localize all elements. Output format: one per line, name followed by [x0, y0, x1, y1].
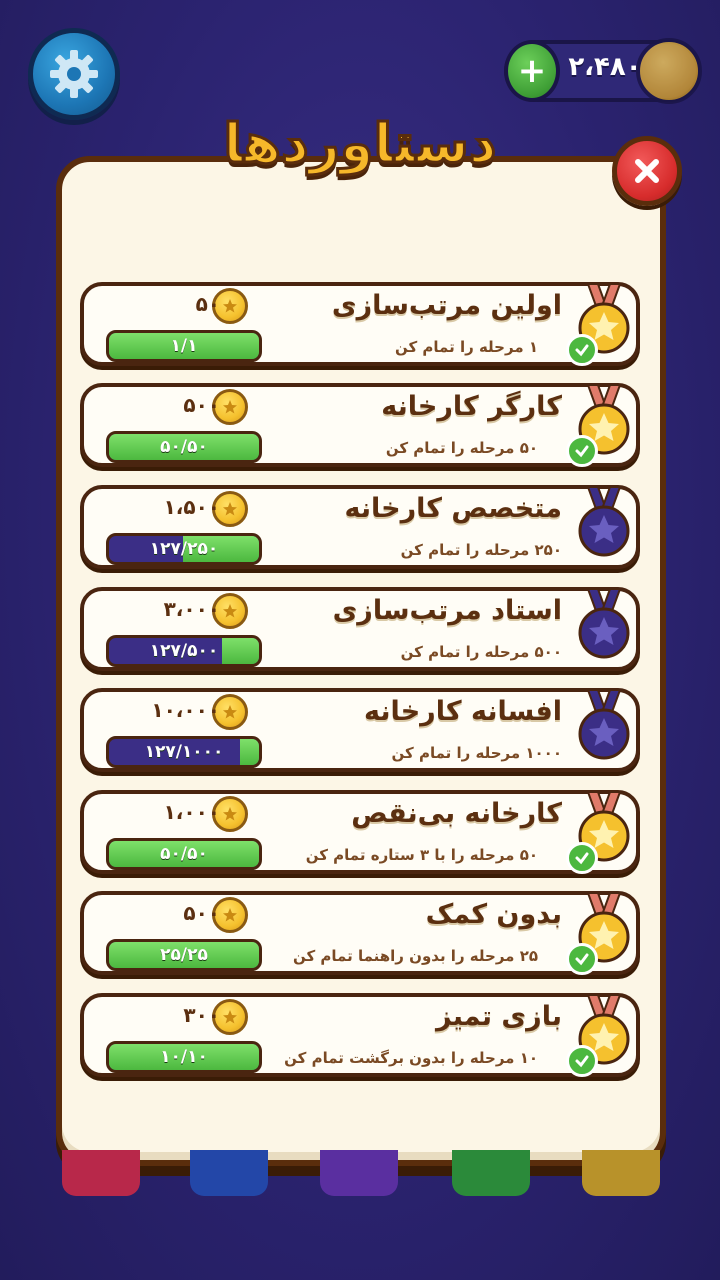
achievement-card[interactable]: کارگر کارخانه ۵۰ مرحله را تمام کن ۵۰۰ ۵۰…: [80, 383, 640, 467]
reward-amount: ۳،۰۰۰: [163, 597, 220, 621]
close-icon: [635, 159, 659, 183]
progress-bar: ۱۰/۱۰: [106, 1041, 262, 1073]
achievement-description: ۵۰ مرحله را تمام کن: [385, 439, 538, 457]
achievement-card[interactable]: بازی تمیز ۱۰ مرحله را بدون برگشت تمام کن…: [80, 993, 640, 1077]
progress-bar: ۵۰/۵۰: [106, 838, 262, 870]
achievement-card[interactable]: بدون کمک ۲۵ مرحله را بدون راهنما تمام کن…: [80, 891, 640, 975]
reward-amount: ۵۰: [195, 292, 220, 316]
plus-icon: +: [517, 51, 547, 91]
progress-text: ۲۵/۲۵: [160, 945, 208, 965]
check-icon: [566, 334, 598, 366]
check-icon: [566, 842, 598, 874]
achievement-name: بدون کمک: [425, 899, 562, 930]
achievement-description: ۲۵۰ مرحله را تمام کن: [400, 541, 562, 559]
check-icon: [566, 1045, 598, 1077]
achievement-description: ۵۰۰ مرحله را تمام کن: [400, 643, 562, 661]
achievement-name: کارگر کارخانه: [381, 391, 562, 422]
achievement-name: اولین مرتب‌سازی: [331, 290, 562, 321]
progress-text: ۱۲۷/۵۰۰: [149, 641, 219, 661]
progress-bar: ۱۲۷/۵۰۰: [106, 635, 262, 667]
bottom-tab[interactable]: [62, 1150, 140, 1196]
reward-amount: ۱،۰۰۰: [163, 800, 220, 824]
achievement-description: ۱ مرحله را تمام کن: [394, 338, 538, 356]
progress-bar: ۵۰/۵۰: [106, 431, 262, 463]
progress-text: ۱۰/۱۰: [160, 1047, 208, 1067]
achievement-name: استاد مرتب‌سازی: [332, 595, 562, 626]
bottom-tab[interactable]: [582, 1150, 660, 1196]
progress-bar: ۱۲۷/۱۰۰۰: [106, 736, 262, 768]
achievement-description: ۱۰ مرحله را بدون برگشت تمام کن: [284, 1049, 538, 1067]
bottom-tab[interactable]: [452, 1150, 530, 1196]
achievement-card[interactable]: افسانه کارخانه ۱۰۰۰ مرحله را تمام کن ۱۰،…: [80, 688, 640, 772]
reward-amount: ۱۰،۰۰۰: [151, 698, 220, 722]
progress-text: ۱۲۷/۲۵۰: [149, 539, 219, 559]
reward-amount: ۵۰۰: [183, 901, 220, 925]
achievement-description: ۵۰ مرحله را با ۳ ستاره تمام کن: [305, 846, 538, 864]
achievement-name: کارخانه بی‌نقص: [351, 798, 562, 829]
top-bar: + ۲،۴۸۰: [0, 0, 720, 130]
achievement-card[interactable]: کارخانه بی‌نقص ۵۰ مرحله را با ۳ ستاره تم…: [80, 790, 640, 874]
achievement-description: ۲۵ مرحله را بدون راهنما تمام کن: [292, 947, 538, 965]
close-button[interactable]: [612, 136, 682, 206]
coin-balance: + ۲،۴۸۰: [504, 38, 702, 104]
progress-text: ۱۲۷/۱۰۰۰: [144, 742, 224, 762]
achievement-card[interactable]: استاد مرتب‌سازی ۵۰۰ مرحله را تمام کن ۳،۰…: [80, 587, 640, 671]
medal-icon: [576, 485, 632, 561]
add-coins-button[interactable]: +: [504, 40, 560, 102]
progress-bar: ۱/۱: [106, 330, 262, 362]
reward-amount: ۱،۵۰۰: [163, 495, 220, 519]
achievement-card[interactable]: اولین مرتب‌سازی ۱ مرحله را تمام کن ۵۰ ۱/…: [80, 282, 640, 366]
bottom-tab[interactable]: [320, 1150, 398, 1196]
settings-button[interactable]: [28, 28, 120, 120]
coin-icon: [636, 38, 702, 104]
achievement-name: افسانه کارخانه: [364, 696, 562, 727]
bottom-tab[interactable]: [190, 1150, 268, 1196]
check-icon: [566, 943, 598, 975]
gear-icon: [50, 50, 98, 98]
progress-text: ۵۰/۵۰: [160, 437, 208, 457]
achievement-name: بازی تمیز: [435, 1001, 562, 1032]
reward-amount: ۵۰۰: [183, 393, 220, 417]
medal-icon: [576, 688, 632, 764]
medal-icon: [576, 587, 632, 663]
progress-bar: ۱۲۷/۲۵۰: [106, 533, 262, 565]
check-icon: [566, 435, 598, 467]
progress-text: ۱/۱: [170, 336, 198, 356]
achievement-card[interactable]: متخصص کارخانه ۲۵۰ مرحله را تمام کن ۱،۵۰۰…: [80, 485, 640, 569]
bottom-tabs: [0, 1150, 720, 1210]
progress-bar: ۲۵/۲۵: [106, 939, 262, 971]
reward-amount: ۳۰۰: [183, 1003, 220, 1027]
achievement-description: ۱۰۰۰ مرحله را تمام کن: [391, 744, 562, 762]
achievement-name: متخصص کارخانه: [344, 493, 562, 524]
progress-text: ۵۰/۵۰: [160, 844, 208, 864]
